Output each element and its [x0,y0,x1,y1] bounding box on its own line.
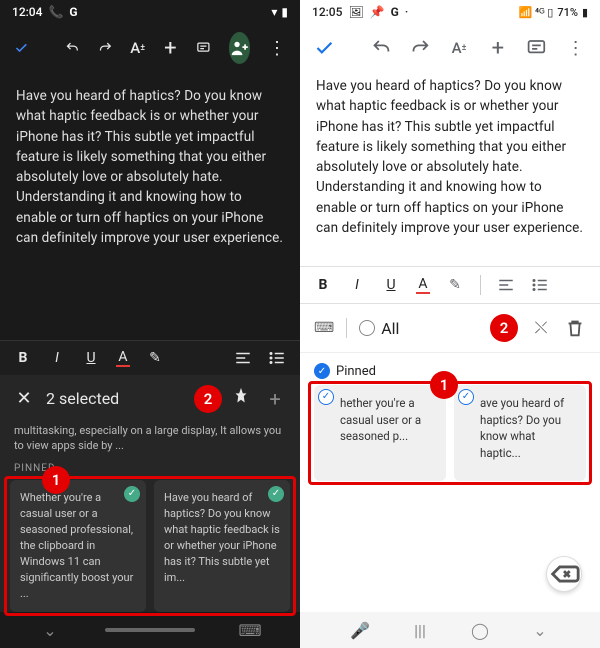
nav-bar: 🎤 ||| ◯ ⌄ [300,612,600,648]
selected-check-icon: ✓ [268,486,284,502]
selection-count: 2 selected [46,389,182,408]
text-format-icon[interactable]: A± [449,37,470,59]
pinned-clip-card[interactable]: ✓ hether you're a casual user or a seaso… [314,385,446,481]
clip-text: Have you heard of haptics? Do you know w… [164,491,280,584]
add-clip-icon[interactable]: + [264,387,286,411]
more-icon[interactable]: ⋮ [268,37,286,59]
undo-icon[interactable] [371,37,392,59]
battery-icon: ▮ [281,5,288,19]
bold-button[interactable]: B [314,277,332,293]
status-bar: 12:04 📞 G ▾ ▮ [0,0,300,24]
clip-text: Whether you're a casual user or a season… [20,491,133,600]
pinned-clip-card[interactable]: Have you heard of haptics? Do you know w… [154,480,290,612]
underline-button[interactable]: U [82,350,100,366]
home-pill[interactable] [105,628,195,632]
collapse-icon[interactable]: ⌄ [520,621,560,640]
italic-button[interactable]: I [48,350,66,366]
confirm-icon[interactable] [314,37,335,59]
callout-2: 2 [194,385,222,413]
list-icon[interactable] [268,349,286,367]
keyboard-toggle-icon[interactable]: ⌨ [314,320,334,336]
status-icon: G [391,5,399,19]
backspace-fab[interactable] [546,556,582,592]
text-color-button[interactable]: A [416,276,430,294]
add-icon[interactable]: + [163,37,178,59]
clipboard-panel: ⌨ All 2 ⤬ ✓ Pinned 1 ✓ hether you're a c… [300,303,600,648]
status-icon: G [69,5,77,19]
separator [480,275,481,295]
redo-icon[interactable] [98,37,113,59]
highlight-icon[interactable]: ✎ [446,276,464,294]
delete-icon[interactable] [564,317,586,339]
callout-2: 2 [490,314,518,342]
selected-check-icon: ✓ [458,389,474,405]
status-icon: 📌 [370,5,385,19]
comment-icon[interactable] [196,37,211,59]
all-label: All [381,319,399,338]
text-format-icon[interactable]: A± [130,37,145,59]
select-all-chip[interactable]: All [359,319,399,338]
battery-text: 71% [557,6,578,19]
selected-check-icon: ✓ [318,389,334,405]
pinned-clip-card[interactable]: ✓ ave you heard of haptics? Do you know … [454,385,586,481]
align-icon[interactable] [234,349,252,367]
text-color-button[interactable]: A [116,349,130,367]
add-icon[interactable]: + [487,37,508,59]
status-icon: · [405,5,408,19]
home-icon[interactable]: ◯ [460,621,500,640]
clip-preview[interactable]: multitasking, especially on a large disp… [0,423,300,454]
collapse-icon[interactable]: ⌄ [30,621,70,640]
editor-toolbar: A± + ⋮ [0,24,300,72]
close-icon[interactable]: ✕ [14,388,34,409]
callout-1: 1 [430,371,458,399]
radio-icon [359,320,375,336]
pinned-section-label: Pinned [336,364,376,379]
separator [346,318,347,338]
status-icon: 📞 [48,5,63,19]
clip-text: ave you heard of haptics? Do you know wh… [464,395,576,462]
format-bar: B I U A ✎ [0,340,300,375]
list-icon[interactable] [531,276,549,294]
keyboard-icon[interactable]: ⌨ [230,621,270,640]
underline-button[interactable]: U [382,277,400,293]
comment-icon[interactable] [526,37,547,59]
clipboard-panel: ✕ 2 selected 2 + multitasking, especiall… [0,375,300,648]
format-bar: B I U A ✎ [300,266,600,303]
highlight-icon[interactable]: ✎ [146,349,164,367]
align-icon[interactable] [497,276,515,294]
status-time: 12:04 [12,5,42,19]
wifi-icon: ▾ [271,5,277,19]
recents-icon[interactable]: ||| [400,621,440,640]
document-body[interactable]: Have you heard of haptics? Do you know w… [0,72,300,262]
status-bar: 12:05 🖼 📌 G · 📶 ⁴ᴳ ▯ 71% ▮ [300,0,600,24]
selected-check-icon: ✓ [124,486,140,502]
nav-bar: ⌄ ⌨ [0,612,300,648]
pinned-clip-card[interactable]: Whether you're a casual user or a season… [10,480,146,612]
document-body[interactable]: Have you heard of haptics? Do you know w… [300,72,600,252]
undo-icon[interactable] [65,37,80,59]
battery-icon: ▮ [582,6,588,19]
status-time: 12:05 [312,5,342,19]
more-icon[interactable]: ⋮ [565,37,586,59]
status-icon: 🖼 [348,5,363,19]
bold-button[interactable]: B [14,350,32,366]
pinned-check-icon[interactable]: ✓ [314,363,330,379]
redo-icon[interactable] [410,37,431,59]
italic-button[interactable]: I [348,277,366,293]
editor-toolbar: A± + ⋮ [300,24,600,72]
confirm-icon[interactable] [14,37,29,59]
mic-icon[interactable]: 🎤 [340,621,380,640]
clip-text: hether you're a casual user or a seasone… [324,395,436,445]
share-button[interactable] [229,32,250,64]
unpin-icon[interactable]: ⤬ [530,317,552,339]
pin-icon[interactable] [230,386,252,412]
signal-icon: 📶 ⁴ᴳ ▯ [519,6,554,19]
